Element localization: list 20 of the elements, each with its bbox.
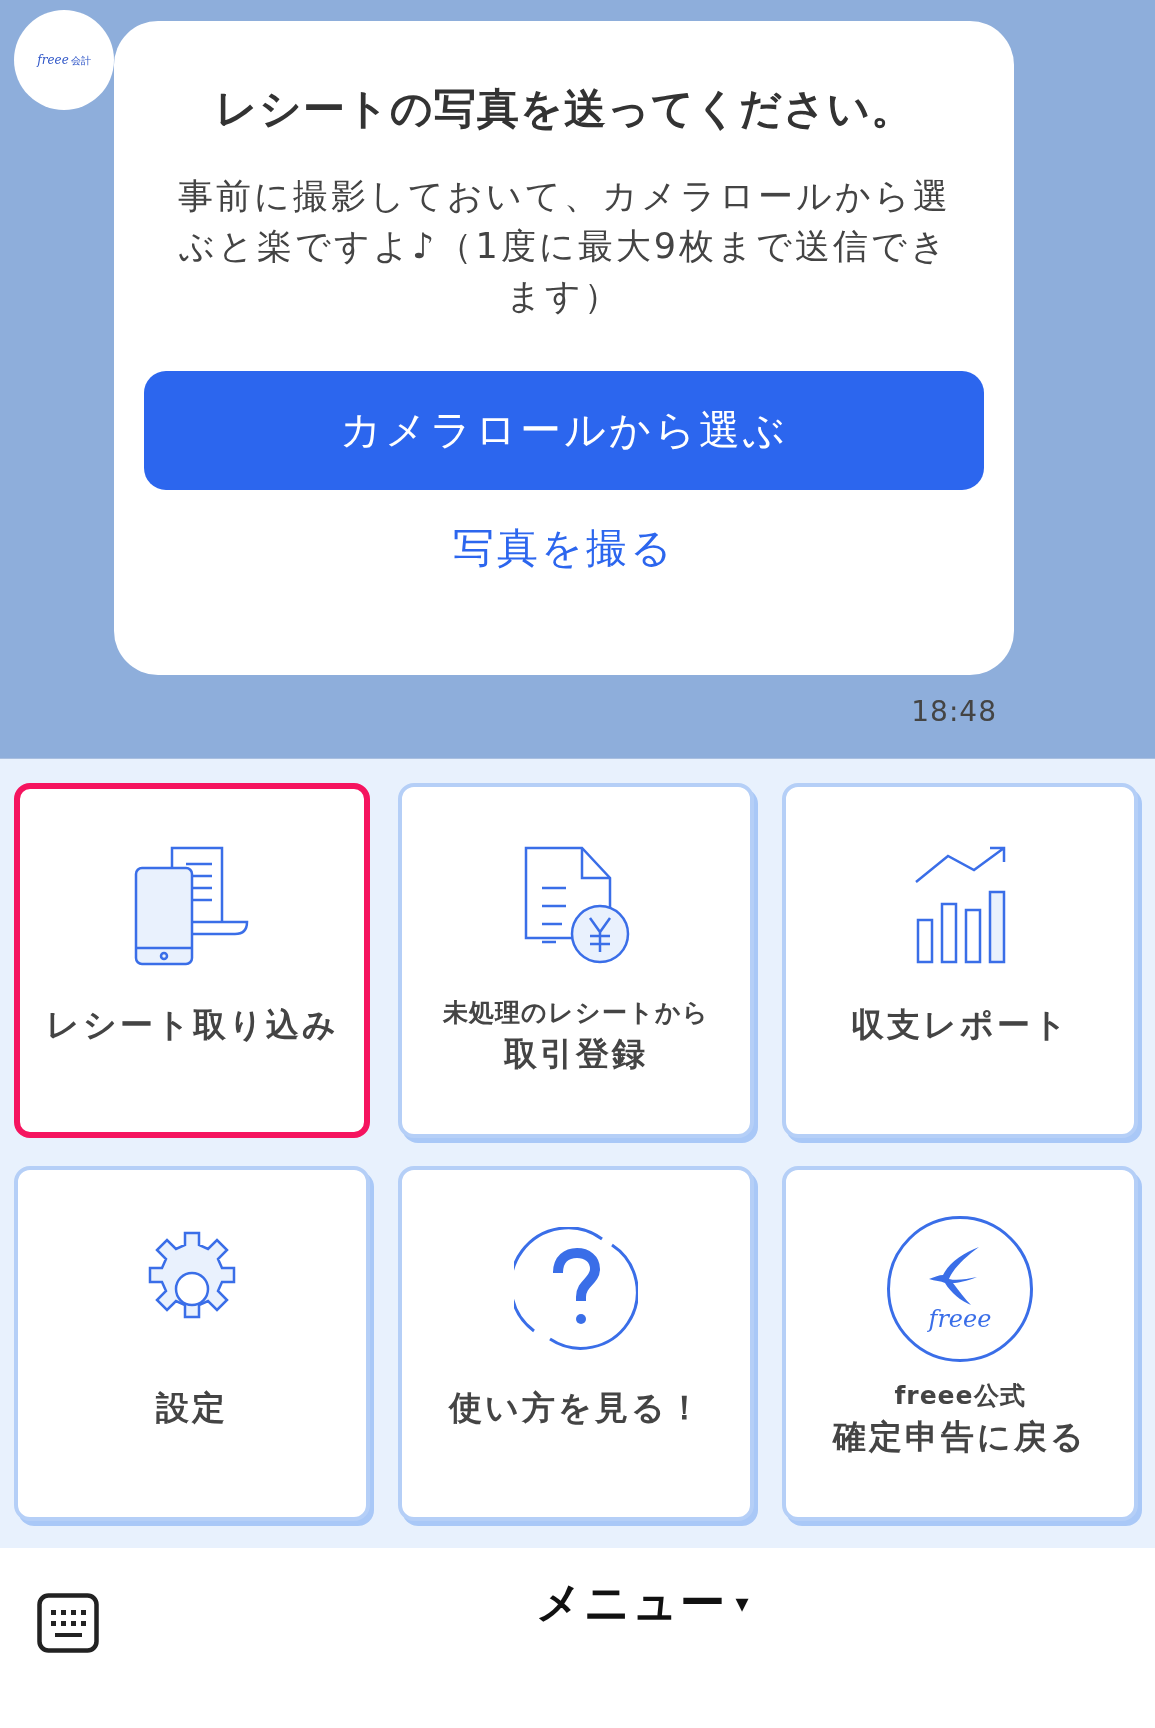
menu-tile[interactable]: レシート取り込み <box>14 783 370 1138</box>
tile-label: レシート取り込み <box>45 1003 339 1046</box>
tile-subtitle: freee公式 <box>894 1379 1026 1412</box>
tile-label: 設定 <box>156 1386 228 1429</box>
keyboard-icon[interactable] <box>37 1593 99 1653</box>
caret-icon: ▾ <box>735 1583 749 1623</box>
camera-roll-button[interactable]: カメラロールから選ぶ <box>144 371 984 490</box>
tile-subtitle: 未処理のレシートから <box>443 996 709 1029</box>
tile-label: 使い方を見る！ <box>448 1386 704 1429</box>
message-title: レシートの写真を送ってください。 <box>214 83 914 135</box>
message-time: 18:48 <box>911 694 997 730</box>
tile-label: 収支レポート <box>850 1003 1070 1046</box>
help-icon <box>514 1226 638 1351</box>
tile-label: 取引登録 <box>504 1032 648 1075</box>
tile-label: 確定申告に戻る <box>833 1415 1087 1458</box>
menu-toggle[interactable]: メニュー ▾ <box>536 1569 749 1637</box>
take-photo-link[interactable]: 写真を撮る <box>453 518 675 578</box>
logo-icon: freee <box>887 1215 1033 1362</box>
message-body: 事前に撮影しておいて、カメラロールから選ぶと楽ですよ♪（1度に最大9枚まで送信できます） <box>176 175 952 318</box>
avatar: freee 会計 <box>14 10 114 110</box>
